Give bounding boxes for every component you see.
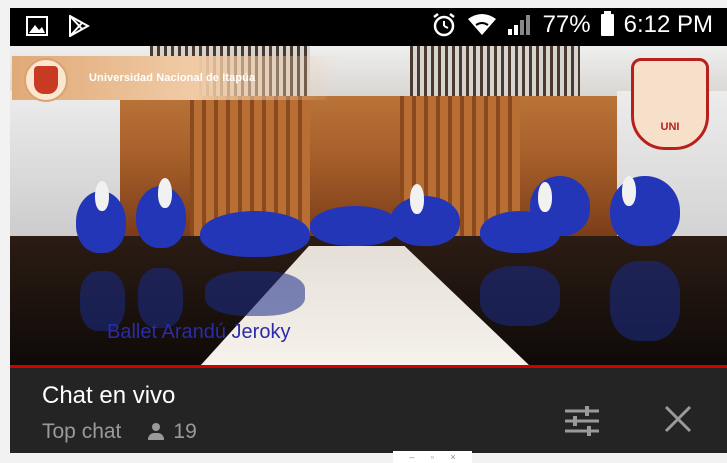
wifi-icon	[467, 14, 496, 35]
window-controls: – ▫ ×	[393, 451, 472, 463]
institution-name: Universidad Nacional de Itapúa	[89, 72, 256, 84]
close-icon[interactable]	[661, 402, 695, 436]
chat-mode-label[interactable]: Top chat	[42, 420, 121, 444]
viewer-count-value: 19	[173, 420, 197, 443]
battery-icon	[600, 11, 614, 36]
chat-mode-selector[interactable]: Top chat 19	[42, 420, 197, 444]
person-icon	[147, 423, 165, 441]
clock: 6:12 PM	[623, 11, 713, 38]
ceiling-slats	[410, 46, 580, 96]
dancer	[200, 211, 310, 257]
dancer	[610, 176, 680, 246]
close-button[interactable]: ×	[450, 452, 455, 462]
viewer-count: 19	[147, 420, 197, 444]
dancer	[622, 176, 636, 206]
chat-title: Chat en vivo	[42, 382, 176, 409]
reflection	[205, 271, 305, 316]
crest-label: UNI	[660, 121, 680, 133]
video-caption: Ballet Arandú Jeroky	[107, 321, 291, 343]
dancer	[95, 181, 109, 211]
alarm-icon	[432, 13, 455, 37]
reflection	[610, 261, 680, 341]
tune-icon[interactable]	[563, 406, 601, 436]
live-chat-panel: Chat en vivo Top chat 19	[10, 368, 727, 453]
battery-percent: 77%	[542, 11, 591, 38]
university-logo	[24, 58, 68, 102]
status-bar: 77% 6:12 PM	[10, 8, 727, 46]
play-store-icon	[69, 15, 90, 37]
university-crest: UNI	[631, 58, 709, 150]
dancer	[410, 184, 424, 214]
dancer	[390, 196, 460, 246]
minimize-button[interactable]: –	[409, 452, 414, 462]
reflection	[480, 266, 560, 326]
dancer	[310, 206, 400, 246]
video-player[interactable]: Universidad Nacional de Itapúa UNI Balle…	[10, 46, 727, 365]
dancer	[158, 178, 172, 208]
maximize-button[interactable]: ▫	[431, 452, 434, 462]
image-icon	[26, 16, 48, 36]
signal-icon	[507, 15, 530, 35]
dancer	[538, 182, 552, 212]
phone-screen: 77% 6:12 PM Universidad Nacional de Itap…	[10, 8, 727, 453]
reflection	[138, 268, 183, 328]
